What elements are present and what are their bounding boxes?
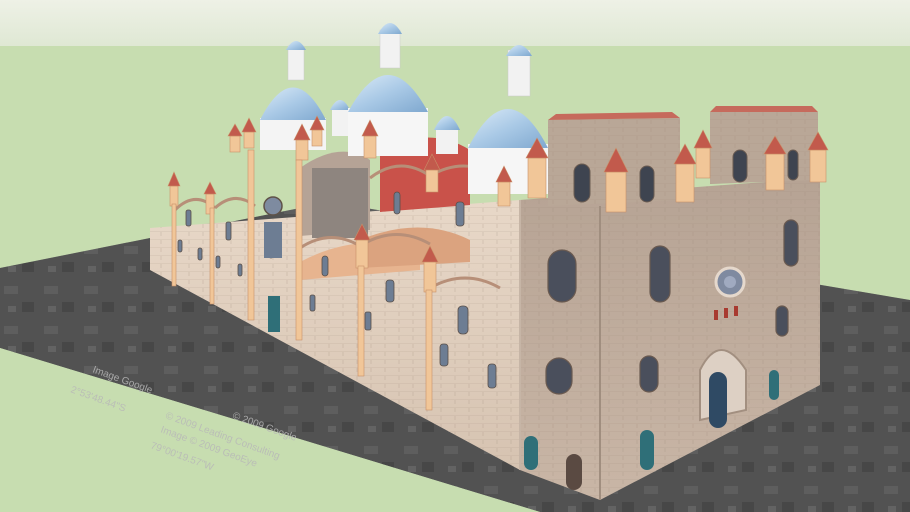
rose-window [263, 196, 283, 216]
sky [0, 0, 910, 46]
side-portal [524, 436, 538, 470]
3d-model-viewport[interactable]: Image Google 2°53'48.44"S © 2009 Google … [0, 0, 910, 512]
side-door [268, 296, 280, 332]
